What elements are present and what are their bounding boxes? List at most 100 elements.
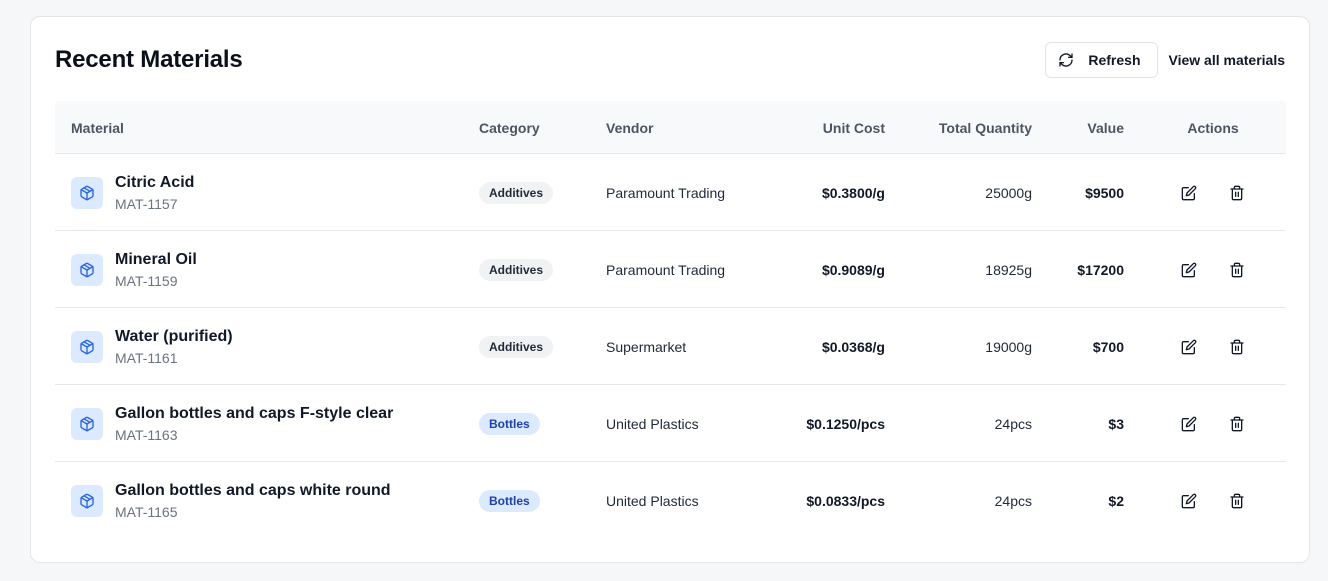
quantity-cell: 19000g xyxy=(985,338,1032,355)
trash-icon xyxy=(1230,416,1244,431)
delete-button[interactable] xyxy=(1224,257,1250,283)
material-cell: Mineral Oil MAT-1159 xyxy=(71,231,197,308)
edit-button[interactable] xyxy=(1176,257,1202,283)
column-header-value[interactable]: Value xyxy=(1045,101,1124,154)
material-code: MAT-1165 xyxy=(115,503,178,520)
material-text: Mineral Oil MAT-1159 xyxy=(115,251,197,289)
package-icon xyxy=(71,176,103,209)
page-title: Recent Materials xyxy=(55,46,243,73)
material-name: Water (purified) xyxy=(115,327,233,345)
unit-cost-cell: $0.9089/g xyxy=(821,261,885,278)
trash-icon xyxy=(1230,185,1244,200)
category-badge: Bottles xyxy=(479,489,540,512)
package-icon xyxy=(71,253,103,286)
material-cell: Citric Acid MAT-1157 xyxy=(71,154,194,231)
material-code: MAT-1157 xyxy=(115,195,178,212)
edit-button[interactable] xyxy=(1176,334,1202,360)
material-code: MAT-1163 xyxy=(115,426,178,443)
quantity-cell: 25000g xyxy=(985,184,1032,201)
package-icon xyxy=(71,330,103,363)
unit-cost-cell: $0.0833/pcs xyxy=(806,492,885,509)
category-badge: Bottles xyxy=(479,412,540,435)
edit-icon xyxy=(1181,185,1197,200)
material-cell: Gallon bottles and caps white round MAT-… xyxy=(71,462,391,539)
category-badge: Additives xyxy=(479,335,554,358)
actions-cell xyxy=(1155,231,1271,308)
card-header: Recent Materials Refresh View all materi… xyxy=(55,41,1285,79)
material-text: Citric Acid MAT-1157 xyxy=(115,174,194,212)
material-name: Gallon bottles and caps white round xyxy=(115,481,391,499)
vendor-cell: United Plastics xyxy=(606,492,699,509)
table-body: Citric Acid MAT-1157 Additives Paramount… xyxy=(55,154,1286,539)
material-cell: Gallon bottles and caps F-style clear MA… xyxy=(71,385,393,462)
delete-button[interactable] xyxy=(1224,334,1250,360)
table-row[interactable]: Water (purified) MAT-1161 Additives Supe… xyxy=(55,308,1286,385)
unit-cost-cell: $0.3800/g xyxy=(821,184,885,201)
quantity-cell: 24pcs xyxy=(994,492,1032,509)
actions-cell xyxy=(1155,308,1271,385)
table-row[interactable]: Gallon bottles and caps white round MAT-… xyxy=(55,462,1286,539)
edit-icon xyxy=(1181,416,1197,431)
category-cell: Bottles xyxy=(479,462,540,539)
trash-icon xyxy=(1230,339,1244,354)
material-code: MAT-1159 xyxy=(115,272,178,289)
delete-button[interactable] xyxy=(1224,411,1250,437)
material-text: Water (purified) MAT-1161 xyxy=(115,328,233,366)
column-header-category[interactable]: Category xyxy=(479,101,540,154)
table-row[interactable]: Citric Acid MAT-1157 Additives Paramount… xyxy=(55,154,1286,231)
view-all-materials-link[interactable]: View all materials xyxy=(1169,52,1285,68)
table-row[interactable]: Mineral Oil MAT-1159 Additives Paramount… xyxy=(55,231,1286,308)
category-cell: Additives xyxy=(479,308,554,385)
materials-table: Material Category Vendor Unit Cost Total… xyxy=(55,101,1286,539)
column-header-vendor[interactable]: Vendor xyxy=(606,101,653,154)
header-actions: Refresh View all materials xyxy=(1045,42,1285,78)
category-cell: Additives xyxy=(479,231,554,308)
quantity-cell: 24pcs xyxy=(994,415,1032,432)
edit-icon xyxy=(1181,493,1197,508)
refresh-button[interactable]: Refresh xyxy=(1045,42,1158,78)
vendor-cell: Paramount Trading xyxy=(606,261,726,278)
edit-icon xyxy=(1181,339,1197,354)
material-text: Gallon bottles and caps F-style clear MA… xyxy=(115,405,393,443)
recent-materials-card: Recent Materials Refresh View all materi… xyxy=(30,16,1310,563)
delete-button[interactable] xyxy=(1224,180,1250,206)
package-icon xyxy=(71,484,103,517)
value-cell: $2 xyxy=(1108,492,1124,509)
value-cell: $17200 xyxy=(1077,261,1124,278)
material-text: Gallon bottles and caps white round MAT-… xyxy=(115,482,391,520)
table-header: Material Category Vendor Unit Cost Total… xyxy=(55,101,1286,154)
category-badge: Additives xyxy=(479,181,554,204)
delete-button[interactable] xyxy=(1224,488,1250,514)
value-cell: $9500 xyxy=(1085,184,1124,201)
actions-cell xyxy=(1155,385,1271,462)
actions-cell xyxy=(1155,154,1271,231)
vendor-cell: Paramount Trading xyxy=(606,184,726,201)
vendor-cell: United Plastics xyxy=(606,415,699,432)
vendor-cell: Supermarket xyxy=(606,338,687,355)
material-code: MAT-1161 xyxy=(115,349,178,366)
column-header-material[interactable]: Material xyxy=(71,101,124,154)
column-header-total-quantity[interactable]: Total Quantity xyxy=(895,101,1032,154)
actions-cell xyxy=(1155,462,1271,539)
unit-cost-cell: $0.1250/pcs xyxy=(806,415,885,432)
table-row[interactable]: Gallon bottles and caps F-style clear MA… xyxy=(55,385,1286,462)
edit-button[interactable] xyxy=(1176,411,1202,437)
unit-cost-cell: $0.0368/g xyxy=(821,338,885,355)
column-header-unit-cost[interactable]: Unit Cost xyxy=(755,101,885,154)
edit-button[interactable] xyxy=(1176,488,1202,514)
edit-button[interactable] xyxy=(1176,180,1202,206)
trash-icon xyxy=(1230,493,1244,508)
category-badge: Additives xyxy=(479,258,554,281)
quantity-cell: 18925g xyxy=(985,261,1032,278)
material-name: Gallon bottles and caps F-style clear xyxy=(115,404,394,422)
edit-icon xyxy=(1181,262,1197,277)
column-header-actions: Actions xyxy=(1187,119,1239,136)
category-cell: Bottles xyxy=(479,385,540,462)
refresh-button-label: Refresh xyxy=(1088,52,1141,68)
category-cell: Additives xyxy=(479,154,554,231)
value-cell: $700 xyxy=(1092,338,1124,355)
material-name: Citric Acid xyxy=(115,173,195,191)
value-cell: $3 xyxy=(1108,415,1124,432)
package-icon xyxy=(71,407,103,440)
refresh-icon xyxy=(1058,52,1074,68)
